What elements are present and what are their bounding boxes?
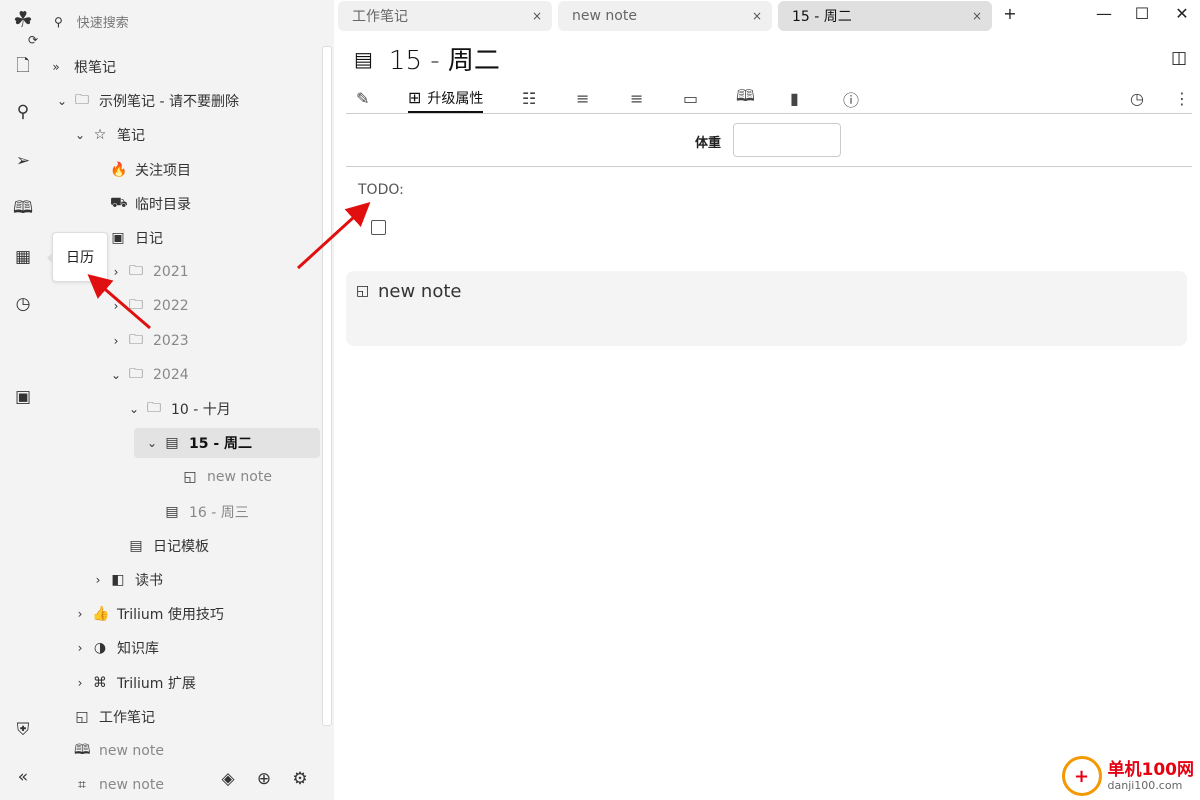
arrow-to-tooltip [87,274,151,330]
arrow-to-todo [296,201,371,270]
watermark: + 单机100网 danji100.com [1061,756,1195,796]
watermark-name: 单机100网 [1107,759,1195,780]
watermark-url: danji100.com [1107,778,1183,792]
watermark-logo: + [1061,756,1102,796]
annotation-arrows [87,201,371,330]
